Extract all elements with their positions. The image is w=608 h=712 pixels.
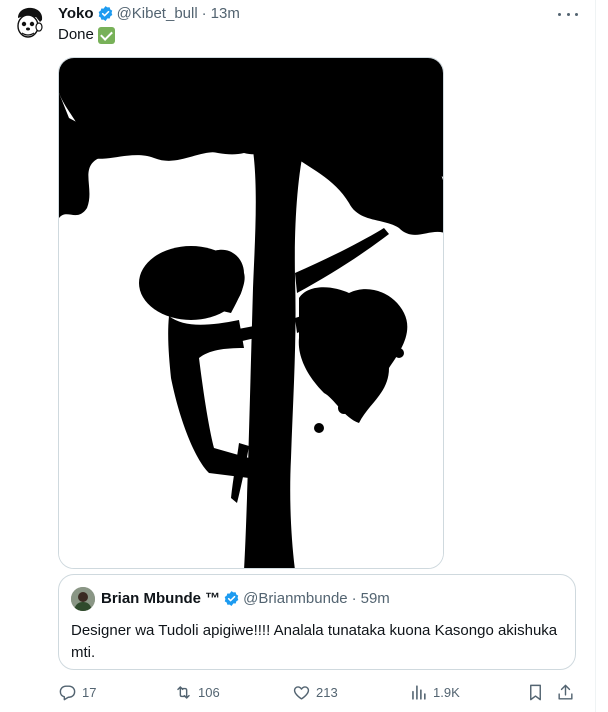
view-count: 1.9K (433, 684, 460, 700)
repost-button[interactable]: 106 (174, 680, 220, 704)
reply-button[interactable]: 17 (58, 680, 96, 704)
separator-dot: · (201, 4, 207, 22)
more-options-icon[interactable] (558, 6, 578, 22)
quoted-user-avatar[interactable] (71, 587, 95, 611)
quoted-tweet-text: Designer wa Tudoli apigiwe!!!! Analala t… (71, 622, 558, 661)
timestamp[interactable]: 13m (211, 5, 240, 22)
quoted-tweet-header: Brian Mbunde ™ @Brianmbunde · 59m (101, 590, 390, 607)
heart-icon (293, 685, 310, 700)
like-button[interactable]: 213 (292, 680, 338, 704)
quoted-separator-dot: · (351, 590, 357, 607)
reply-count: 17 (82, 684, 97, 700)
quoted-user-handle[interactable]: @Brianmbunde (243, 590, 347, 607)
reply-icon (59, 684, 76, 700)
tweet-image[interactable] (58, 57, 444, 569)
repost-icon (177, 685, 190, 699)
repost-count: 106 (198, 684, 220, 700)
tweet: Yoko @Kibet_bull · 13m Done Brian Mbunde… (0, 0, 596, 712)
bookmark-button[interactable] (526, 680, 545, 704)
views-chart-icon (412, 684, 426, 700)
quoted-timestamp[interactable]: 59m (361, 590, 390, 607)
tweet-header: Yoko @Kibet_bull · 13m (58, 4, 240, 22)
views-button[interactable]: 1.9K (409, 680, 460, 704)
verified-badge-icon (97, 5, 114, 22)
bookmark-icon (530, 684, 541, 700)
quoted-tweet[interactable]: Brian Mbunde ™ @Brianmbunde · 59m Design… (58, 574, 576, 670)
user-avatar[interactable] (10, 4, 48, 42)
check-mark-button-emoji-icon (97, 26, 115, 44)
like-count: 213 (316, 684, 338, 700)
tweet-text: Done (58, 26, 115, 44)
quoted-display-name[interactable]: Brian Mbunde ™ (101, 590, 220, 607)
share-button[interactable] (556, 680, 575, 704)
share-icon (558, 684, 573, 700)
tweet-actions: 17 106 213 1.9K (58, 680, 578, 704)
tweet-text-content: Done (58, 26, 94, 43)
display-name[interactable]: Yoko (58, 5, 94, 22)
user-handle[interactable]: @Kibet_bull (117, 5, 198, 22)
quoted-verified-badge-icon (223, 590, 240, 607)
